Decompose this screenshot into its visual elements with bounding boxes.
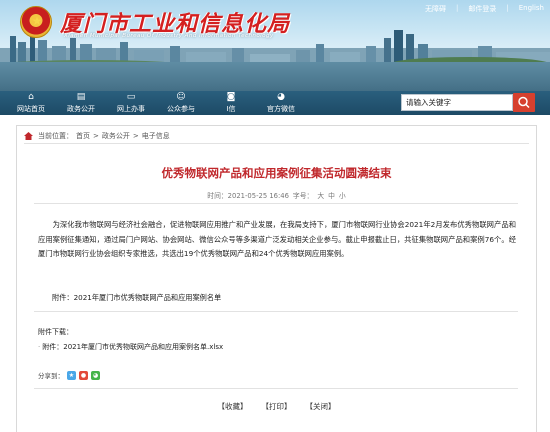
nav-item-official-wechat[interactable]: ◕ 官方微信 <box>256 91 306 115</box>
search-input[interactable]: 请输入关键字 <box>401 94 513 111</box>
qzone-share-icon[interactable]: ★ <box>67 370 76 380</box>
document-icon: ▤ <box>76 92 86 102</box>
wechat-share-icon[interactable]: ◕ <box>91 370 100 380</box>
breadcrumb-affairs-link[interactable]: 政务公开 <box>102 131 130 141</box>
top-link-separator: | <box>456 4 459 12</box>
nav-item-label: I信 <box>226 105 236 113</box>
nav-item-label: 公众参与 <box>167 105 195 113</box>
divider <box>34 388 518 389</box>
nav-item-label: 网上办事 <box>117 105 145 113</box>
divider <box>34 311 518 312</box>
english-link[interactable]: English <box>517 4 546 14</box>
font-size-small-button[interactable]: 小 <box>339 190 346 200</box>
breadcrumb: 当前位置： 首页 > 政务公开 > 电子信息 <box>24 131 170 141</box>
downloads-heading: 附件下载： <box>38 328 73 336</box>
top-links: 无障碍 | 邮件登录 | English <box>423 4 546 14</box>
top-link-separator: | <box>506 4 509 12</box>
divider <box>24 143 529 144</box>
bullet-icon: · <box>38 343 41 351</box>
accessibility-link[interactable]: 无障碍 <box>423 4 448 14</box>
breadcrumb-electronics-link[interactable]: 电子信息 <box>142 131 170 141</box>
nav-item-label: 网站首页 <box>17 105 45 113</box>
breadcrumb-home-link[interactable]: 首页 <box>76 131 90 141</box>
site-banner: ★ 厦门市工业和信息化局 Xiamen Municipal Bureau Of … <box>0 0 550 91</box>
monitor-icon: ▭ <box>126 92 136 102</box>
wechat-icon: ◕ <box>277 92 285 102</box>
share-label: 分享到： <box>38 372 64 380</box>
download-link[interactable]: 附件：2021年厦门市优秀物联网产品和应用案例名单.xlsx <box>42 343 223 351</box>
font-size-medium-button[interactable]: 中 <box>328 190 335 200</box>
divider <box>34 203 518 204</box>
weibo-share-icon[interactable]: ● <box>79 370 88 380</box>
breadcrumb-separator: > <box>93 132 99 140</box>
search-button[interactable] <box>513 93 535 112</box>
download-item: · 附件：2021年厦门市优秀物联网产品和应用案例名单.xlsx <box>38 342 223 352</box>
chat-icon: ◙ <box>226 92 236 102</box>
article-body: 为深化我市物联网与经济社会融合，促进物联网应用推广和产业发展，在我局支持下，厦门… <box>38 220 516 258</box>
font-size-large-button[interactable]: 大 <box>317 190 324 200</box>
search-icon <box>518 96 530 109</box>
nav-item-home[interactable]: ⌂ 网站首页 <box>6 91 56 115</box>
nav-item-online-services[interactable]: ▭ 网上办事 <box>106 91 156 115</box>
nav-item-label: 官方微信 <box>267 105 295 113</box>
share-bar: 分享到： ★ ● ◕ <box>38 370 100 380</box>
favorite-button[interactable]: 【收藏】 <box>218 401 248 412</box>
nav-item-public-participation[interactable]: ☺ 公众参与 <box>156 91 206 115</box>
breadcrumb-prefix: 当前位置： <box>38 132 73 140</box>
nav-item-government-affairs[interactable]: ▤ 政务公开 <box>56 91 106 115</box>
people-icon: ☺ <box>176 92 186 102</box>
site-subtitle: Xiamen Municipal Bureau Of Industry And … <box>64 33 274 39</box>
article-actions: 【收藏】 【打印】 【关闭】 <box>16 401 537 412</box>
attachment-note: 附件：2021年厦门市优秀物联网产品和应用案例名单 <box>52 293 222 302</box>
publish-time: 时间：2021-05-25 16:46 <box>207 192 289 200</box>
home-icon <box>24 132 33 140</box>
article-meta: 时间：2021-05-25 16:46 字号： 大 中 小 <box>16 190 537 200</box>
print-button[interactable]: 【打印】 <box>262 401 292 412</box>
article-title: 优秀物联网产品和应用案例征集活动圆满结束 <box>161 166 392 180</box>
font-size-label: 字号： <box>292 192 314 200</box>
close-button[interactable]: 【关闭】 <box>306 401 336 412</box>
home-icon: ⌂ <box>28 92 34 102</box>
national-emblem-icon: ★ <box>20 6 52 38</box>
breadcrumb-separator: > <box>132 132 139 140</box>
sea-background <box>0 62 550 91</box>
nav-item-i-xin[interactable]: ◙ I信 <box>206 91 256 115</box>
mail-login-link[interactable]: 邮件登录 <box>466 4 498 14</box>
nav-item-label: 政务公开 <box>67 105 95 113</box>
